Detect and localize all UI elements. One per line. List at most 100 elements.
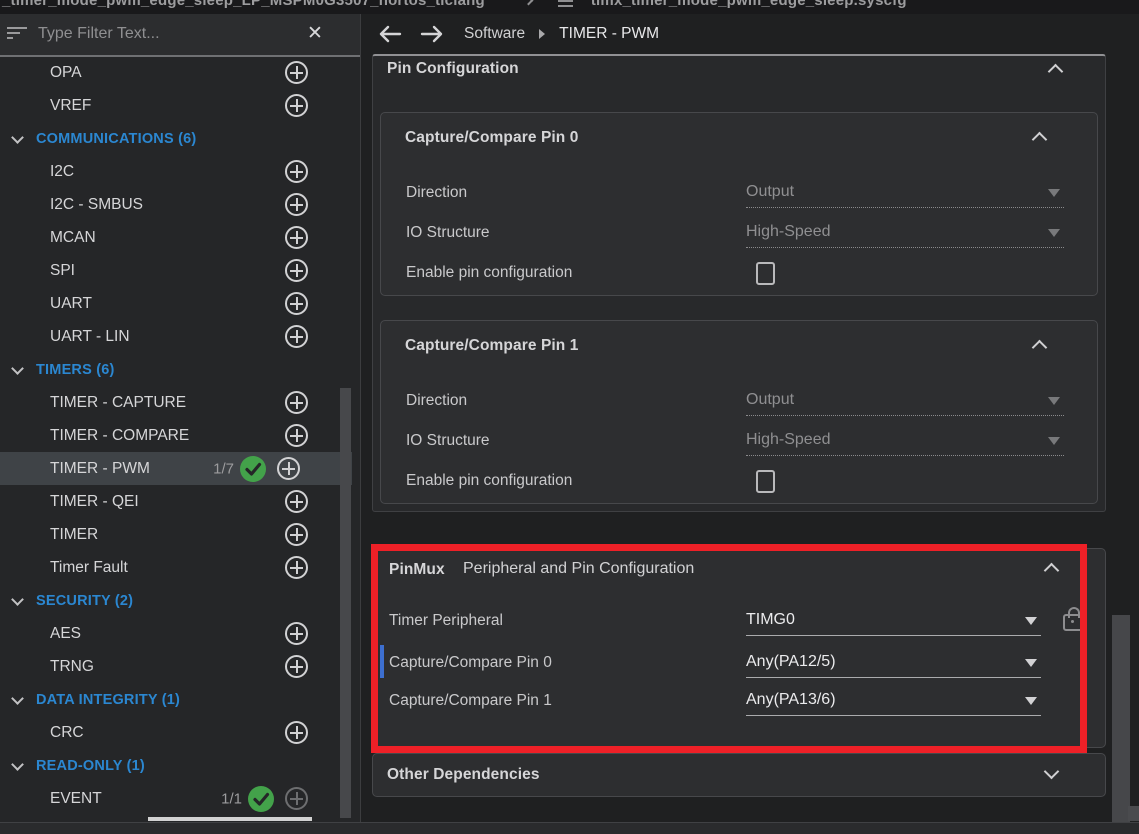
sidebar-item-label: TIMER - PWM (50, 460, 150, 478)
caret-down-icon (1048, 397, 1060, 405)
timer-peripheral-dropdown[interactable]: TIMG0 (746, 606, 1041, 636)
scrollbar-corner (1128, 806, 1139, 821)
add-instance-button[interactable] (285, 160, 308, 183)
enable-pin-configuration-checkbox[interactable] (756, 470, 775, 493)
add-instance-button[interactable] (285, 523, 308, 546)
sidebar-item-label: OPA (50, 64, 82, 82)
sidebar-item-label: I2C (50, 163, 74, 181)
sidebar-item-timer[interactable]: TIMER (0, 518, 360, 551)
caret-down-icon (1048, 437, 1060, 445)
cc-pin0-card: Capture/Compare Pin 0 Direction Output I… (380, 112, 1098, 296)
add-instance-button[interactable] (285, 655, 308, 678)
chevron-down-icon (11, 593, 24, 606)
card-title: Capture/Compare Pin 0 (405, 129, 579, 147)
sidebar-item-i2c[interactable]: I2C (0, 155, 360, 188)
sidebar-section-communications-6[interactable]: COMMUNICATIONS (6) (0, 122, 360, 155)
add-instance-button[interactable] (285, 721, 308, 744)
breadcrumb-current: TIMER - PWM (559, 25, 659, 43)
pinmux-card: PinMux Peripheral and Pin Configuration … (372, 548, 1106, 748)
field-label: Enable pin configuration (406, 264, 746, 282)
sidebar-item-label: COMMUNICATIONS (6) (36, 131, 196, 147)
sidebar-item-opa[interactable]: OPA (0, 56, 360, 89)
sidebar-item-spi[interactable]: SPI (0, 254, 360, 287)
chevron-down-icon (11, 362, 24, 375)
sidebar-horizontal-scrollbar[interactable] (148, 817, 312, 821)
add-instance-button[interactable] (285, 226, 308, 249)
sidebar-vertical-scrollbar[interactable] (340, 388, 351, 818)
sidebar-item-label: I2C - SMBUS (50, 196, 143, 214)
add-instance-button[interactable] (285, 94, 308, 117)
sidebar-item-timer-fault[interactable]: Timer Fault (0, 551, 360, 584)
add-instance-button[interactable] (277, 457, 300, 480)
pinmux-title: Peripheral and Pin Configuration (463, 560, 694, 578)
sidebar-item-crc[interactable]: CRC (0, 716, 360, 749)
sidebar-item-mcan[interactable]: MCAN (0, 221, 360, 254)
sidebar-item-label: DATA INTEGRITY (1) (36, 692, 180, 708)
breadcrumb: Software TIMER - PWM (362, 14, 1139, 54)
sidebar-section-read-only-1[interactable]: READ-ONLY (1) (0, 749, 360, 782)
cc-pin1-card: Capture/Compare Pin 1 Direction Output I… (380, 320, 1098, 504)
add-instance-button[interactable] (285, 622, 308, 645)
sidebar-item-aes[interactable]: AES (0, 617, 360, 650)
sidebar-section-security-2[interactable]: SECURITY (2) (0, 584, 360, 617)
sidebar-item-vref[interactable]: VREF (0, 89, 360, 122)
enable-pin-configuration-checkbox[interactable] (756, 262, 775, 285)
sidebar-section-timers-6[interactable]: TIMERS (6) (0, 353, 360, 386)
breadcrumb-separator-icon (539, 29, 545, 39)
cc-pin0-pin-dropdown[interactable]: Any(PA12/5) (746, 648, 1041, 678)
collapse-chevron-up-icon[interactable] (1044, 563, 1060, 579)
breadcrumb-root[interactable]: Software (464, 25, 525, 43)
sidebar-item-label: TIMER - QEI (50, 493, 139, 511)
add-instance-button[interactable] (285, 391, 308, 414)
field-label: Capture/Compare Pin 0 (389, 654, 746, 672)
field-label: Enable pin configuration (406, 472, 746, 490)
add-instance-button[interactable] (285, 490, 308, 513)
sidebar-item-trng[interactable]: TRNG (0, 650, 360, 683)
add-instance-button[interactable] (285, 556, 308, 579)
sidebar-item-timer-qei[interactable]: TIMER - QEI (0, 485, 360, 518)
collapse-chevron-up-icon[interactable] (1032, 340, 1048, 356)
add-instance-button[interactable] (285, 61, 308, 84)
sidebar-item-uart[interactable]: UART (0, 287, 360, 320)
card-title: Other Dependencies (387, 766, 540, 784)
add-instance-button[interactable] (285, 193, 308, 216)
lock-icon[interactable] (1063, 614, 1083, 631)
chevron-right-icon (523, 0, 533, 5)
sidebar-item-label: VREF (50, 97, 91, 115)
sidebar-section-data-integrity-1[interactable]: DATA INTEGRITY (1) (0, 683, 360, 716)
add-instance-button[interactable] (285, 292, 308, 315)
caret-down-icon (1025, 617, 1037, 625)
sidebar-item-label: AES (50, 625, 81, 643)
sidebar-item-i2c-smbus[interactable]: I2C - SMBUS (0, 188, 360, 221)
sidebar-item-label: UART - LIN (50, 328, 130, 346)
back-arrow-icon[interactable] (376, 24, 404, 44)
sidebar-item-label: TRNG (50, 658, 94, 676)
collapse-chevron-down-icon[interactable] (1044, 764, 1060, 780)
syscfg-file-name: timx_timer_mode_pwm_edge_sleep.syscfg (591, 0, 907, 9)
main-vertical-scrollbar[interactable] (1112, 615, 1130, 826)
sidebar-item-label: CRC (50, 724, 84, 742)
cc-pin1-pin-dropdown[interactable]: Any(PA13/6) (746, 686, 1041, 716)
check-icon (248, 786, 274, 812)
sidebar-item-uart-lin[interactable]: UART - LIN (0, 320, 360, 353)
field-label: IO Structure (406, 224, 746, 242)
other-dependencies-card: Other Dependencies (372, 753, 1106, 797)
sidebar-item-timer-pwm[interactable]: TIMER - PWM 1/7 (0, 452, 352, 485)
add-instance-button[interactable] (285, 424, 308, 447)
field-label: Direction (406, 392, 746, 410)
sidebar-item-label: SPI (50, 262, 75, 280)
sidebar-item-event[interactable]: EVENT 1/1 (0, 782, 360, 815)
sidebar-item-timer-capture[interactable]: TIMER - CAPTURE (0, 386, 360, 419)
io-structure-dropdown: High-Speed (746, 426, 1064, 456)
sidebar-item-label: TIMERS (6) (36, 362, 115, 378)
add-instance-button[interactable] (285, 259, 308, 282)
collapse-chevron-up-icon[interactable] (1048, 64, 1064, 80)
close-icon[interactable]: ✕ (302, 21, 328, 47)
collapse-chevron-up-icon[interactable] (1032, 132, 1048, 148)
add-instance-button (285, 787, 308, 810)
sidebar-item-timer-compare[interactable]: TIMER - COMPARE (0, 419, 360, 452)
filter-input[interactable] (38, 20, 293, 48)
add-instance-button[interactable] (285, 325, 308, 348)
forward-arrow-icon[interactable] (418, 24, 446, 44)
sidebar-item-label: TIMER - CAPTURE (50, 394, 186, 412)
